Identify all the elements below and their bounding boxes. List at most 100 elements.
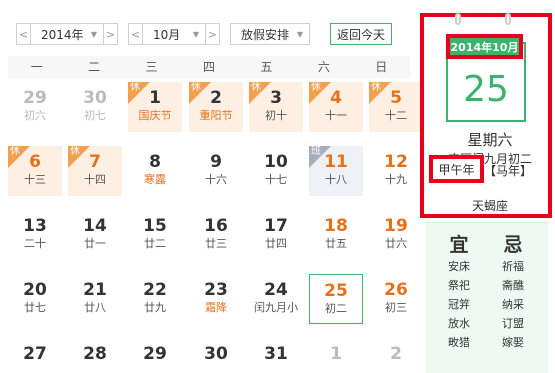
day-cell-today[interactable]: 25 初二 xyxy=(309,274,363,324)
lunar-date: 廿一 xyxy=(84,237,106,250)
day-cell[interactable]: 22 廿九 xyxy=(128,274,182,324)
day-number: 19 xyxy=(384,216,408,236)
tag-label: 休 xyxy=(371,82,381,93)
day-cell[interactable]: 29 xyxy=(128,338,182,373)
lunar-date: 十九 xyxy=(385,173,407,186)
ganzhi-year: 甲午年 xyxy=(429,155,484,183)
weekday-label: 五 xyxy=(260,60,273,74)
lunar-date: 廿六 xyxy=(385,237,407,250)
day-cell[interactable]: 15 廿二 xyxy=(128,210,182,260)
day-cell[interactable]: 休 4 十一 xyxy=(309,82,363,132)
day-cell[interactable]: 班 11 十八 xyxy=(309,146,363,196)
prev-year-button[interactable]: < xyxy=(16,23,31,45)
day-number: 10 xyxy=(264,152,288,172)
day-cell[interactable]: 17 廿四 xyxy=(249,210,303,260)
day-cell[interactable]: 休 1 国庆节 xyxy=(128,82,182,132)
lunar-date: 重阳节 xyxy=(199,109,233,122)
day-number: 9 xyxy=(210,152,222,172)
day-number: 1 xyxy=(330,344,342,364)
tag-label: 休 xyxy=(10,146,20,157)
day-number: 30 xyxy=(83,88,107,108)
day-number: 21 xyxy=(83,280,107,300)
tag-label: 休 xyxy=(130,82,140,93)
day-number: 29 xyxy=(143,344,167,364)
day-cell[interactable]: 2 xyxy=(369,338,423,373)
ji-list: 祈福 斋醮 纳采 订盟 嫁娶 xyxy=(483,257,543,352)
lunar-date: 初三 xyxy=(385,301,407,314)
holiday-select-value: 放假安排 xyxy=(241,27,290,42)
day-cell[interactable]: 14 廿一 xyxy=(68,210,122,260)
ji-item: 订盟 xyxy=(502,317,524,330)
day-number: 22 xyxy=(143,280,167,300)
next-month-button[interactable]: > xyxy=(205,23,220,45)
day-number: 23 xyxy=(204,280,228,300)
day-cell[interactable]: 13 二十 xyxy=(8,210,62,260)
day-cell[interactable]: 8 寒露 xyxy=(128,146,182,196)
day-number: 28 xyxy=(83,344,107,364)
day-cell[interactable]: 29 初六 xyxy=(8,82,62,132)
day-cell[interactable]: 21 廿八 xyxy=(68,274,122,324)
day-cell[interactable]: 19 廿六 xyxy=(369,210,423,260)
lunar-date: 十一 xyxy=(325,109,347,122)
yi-item: 畋猎 xyxy=(448,336,470,349)
weekday-label: 二 xyxy=(88,60,101,74)
day-number: 18 xyxy=(324,216,348,236)
next-year-button[interactable]: > xyxy=(103,23,118,45)
day-cell[interactable]: 30 初七 xyxy=(68,82,122,132)
day-cell[interactable]: 31 xyxy=(249,338,303,373)
day-cell[interactable]: 23 霜降 xyxy=(189,274,243,324)
ji-item: 嫁娶 xyxy=(502,336,524,349)
selected-year-month: 2014年10月 xyxy=(446,34,523,59)
day-cell[interactable]: 1 xyxy=(309,338,363,373)
prev-month-button[interactable]: < xyxy=(128,23,143,45)
lunar-date: 初六 xyxy=(24,109,46,122)
day-cell[interactable]: 20 廿七 xyxy=(8,274,62,324)
day-cell[interactable]: 休 7 十四 xyxy=(68,146,122,196)
lunar-date: 十四 xyxy=(84,173,106,186)
ji-item: 纳采 xyxy=(502,298,524,311)
day-cell[interactable]: 18 廿五 xyxy=(309,210,363,260)
lunar-date: 廿八 xyxy=(84,301,106,314)
month-select[interactable]: 10月 ▼ xyxy=(143,23,205,45)
lunar-date: 廿三 xyxy=(205,237,227,250)
tag-label: 休 xyxy=(251,82,261,93)
day-cell[interactable]: 26 初三 xyxy=(369,274,423,324)
day-number: 12 xyxy=(384,152,408,172)
holiday-select[interactable]: 放假安排 ▼ xyxy=(230,23,310,45)
lunar-date: 廿七 xyxy=(24,301,46,314)
day-number: 15 xyxy=(143,216,167,236)
tag-label: 休 xyxy=(70,146,80,157)
weekday-label: 四 xyxy=(202,60,215,74)
day-cell[interactable]: 休 2 重阳节 xyxy=(189,82,243,132)
lunar-date: 初十 xyxy=(265,109,287,122)
lunar-date: 霜降 xyxy=(205,301,227,314)
day-cell[interactable]: 24 闰九月小 xyxy=(249,274,303,324)
day-cell[interactable]: 10 十七 xyxy=(249,146,303,196)
day-cell[interactable]: 9 十六 xyxy=(189,146,243,196)
day-cell[interactable]: 休 6 十三 xyxy=(8,146,62,196)
day-cell[interactable]: 28 xyxy=(68,338,122,373)
yi-ji-panel: 宜 安床 祭祀 冠笄 放水 畋猎 忌 祈福 斋醮 纳采 订盟 嫁娶 xyxy=(425,222,548,373)
day-number: 24 xyxy=(264,280,288,300)
yi-item: 祭祀 xyxy=(448,279,470,292)
day-cell[interactable]: 27 xyxy=(8,338,62,373)
day-number: 14 xyxy=(83,216,107,236)
yi-column: 宜 安床 祭祀 冠笄 放水 畋猎 xyxy=(429,223,489,352)
back-to-today-button[interactable]: 返回今天 xyxy=(330,23,393,45)
day-number: 31 xyxy=(264,344,288,364)
day-cell[interactable]: 12 十九 xyxy=(369,146,423,196)
day-cell[interactable]: 休 3 初十 xyxy=(249,82,303,132)
selected-weekday: 星期六 xyxy=(467,131,513,149)
day-number: 29 xyxy=(23,88,47,108)
day-cell[interactable]: 30 xyxy=(189,338,243,373)
yi-title: 宜 xyxy=(449,234,469,256)
day-number: 8 xyxy=(149,152,161,172)
ji-title: 忌 xyxy=(503,234,523,256)
yi-item: 放水 xyxy=(448,317,470,330)
lunar-date: 廿二 xyxy=(144,237,166,250)
lunar-date: 初七 xyxy=(84,109,106,122)
day-cell[interactable]: 16 廿三 xyxy=(189,210,243,260)
day-cell[interactable]: 休 5 十二 xyxy=(369,82,423,132)
year-select[interactable]: 2014年 ▼ xyxy=(31,23,103,45)
tag-label: 休 xyxy=(191,82,201,93)
